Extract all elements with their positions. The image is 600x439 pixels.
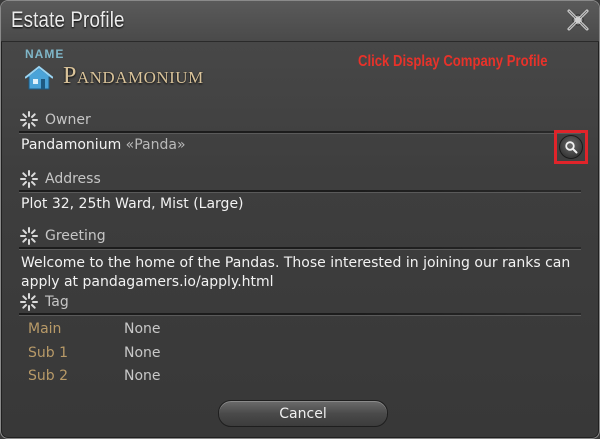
estate-profile-window: Estate Profile NAME Pandamonium Click Di… [0, 0, 600, 439]
spinner-icon [20, 170, 38, 188]
tag-key-sub1: Sub 1 [28, 345, 69, 361]
tag-value-sub2: None [124, 368, 161, 384]
close-button[interactable] [565, 7, 591, 33]
greeting-heading: Greeting [45, 228, 106, 244]
divider [19, 190, 581, 193]
address-value: Plot 32, 25th Ward, Mist (Large) [21, 196, 244, 212]
tag-key-sub2: Sub 2 [28, 368, 69, 384]
estate-name: Pandamonium [63, 63, 204, 89]
greeting-section-header: Greeting [19, 226, 106, 246]
tag-section-header: Tag [19, 292, 69, 312]
greeting-text: Welcome to the home of the Pandas. Those… [21, 255, 571, 290]
instruction-annotation: Click Display Company Profile [358, 53, 548, 70]
owner-name: Pandamonium [21, 137, 122, 153]
owner-heading: Owner [45, 112, 91, 128]
display-company-profile-button[interactable] [554, 130, 588, 164]
owner-value: Pandamonium «Panda» [21, 137, 186, 153]
title-bar[interactable]: Estate Profile [1, 1, 599, 42]
owner-tag: «Panda» [125, 137, 186, 153]
tag-value-main: None [124, 321, 161, 337]
address-heading: Address [45, 171, 101, 187]
cancel-button[interactable]: Cancel [218, 400, 388, 427]
spinner-icon [20, 227, 38, 245]
owner-section-header: Owner [19, 110, 91, 130]
tag-value-sub1: None [124, 345, 161, 361]
spinner-icon [20, 111, 38, 129]
search-icon [565, 141, 578, 154]
divider [19, 247, 581, 250]
window-title: Estate Profile [11, 7, 125, 32]
name-label: NAME [25, 47, 65, 61]
divider [19, 313, 581, 316]
tag-heading: Tag [45, 294, 69, 310]
address-section-header: Address [19, 169, 101, 189]
divider [19, 131, 581, 134]
house-icon [25, 65, 53, 90]
crossed-swords-close-icon [567, 9, 589, 31]
spinner-icon [20, 293, 38, 311]
tag-key-main: Main [28, 321, 62, 337]
